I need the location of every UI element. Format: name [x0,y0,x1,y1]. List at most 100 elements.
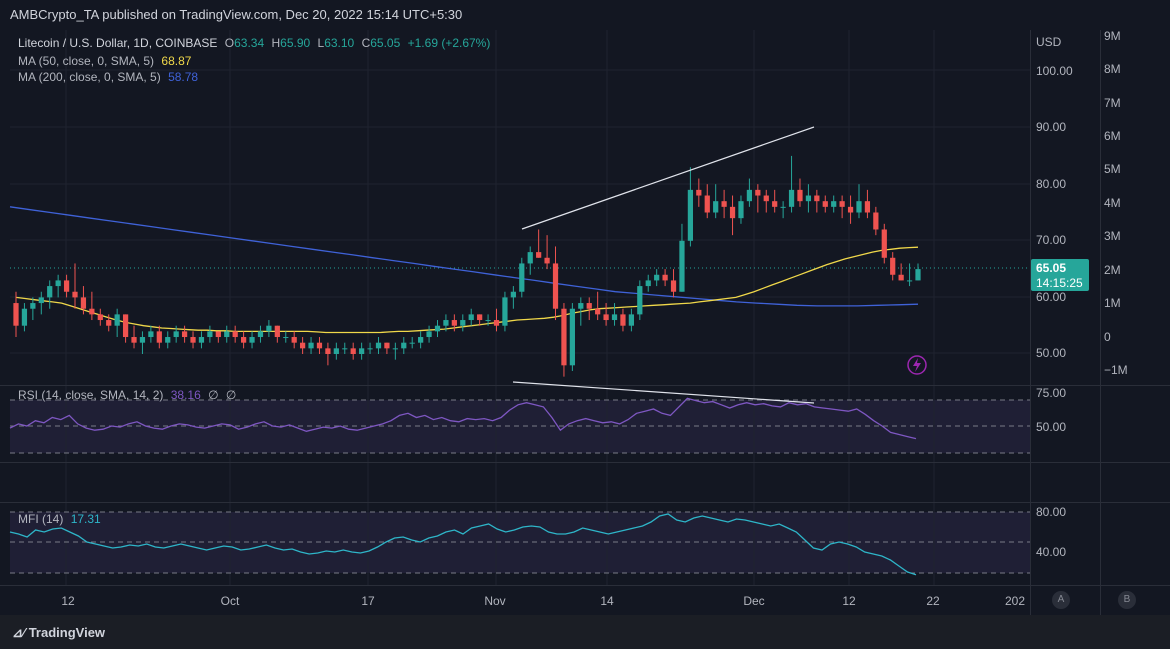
candle[interactable] [637,280,643,321]
tradingview-logo[interactable]: ⊿⁄ TradingView [12,625,105,641]
volume-axis-labels[interactable]: 9M 8M 7M 6M 5M 4M 3M 2M 1M 0 −1M [1104,29,1128,377]
candle-body [443,320,449,326]
price-axis-labels[interactable]: 100.00 90.00 80.00 70.00 60.00 50.00 [1036,64,1073,360]
candle-body [763,195,769,202]
scale-auto-button[interactable]: A [1052,591,1070,609]
candle-body [713,201,719,213]
candle-body [148,331,154,338]
ma50-label[interactable]: MA (50, close, 0, SMA, 5) [18,54,154,68]
candle-body [755,189,761,196]
price-tick: 50.00 [1036,346,1066,360]
candle-body [502,297,508,326]
candle[interactable] [881,223,887,264]
volume-tick: 7M [1104,96,1121,110]
time-tick: Oct [221,594,240,608]
candle-body [451,320,457,326]
candle-body [266,325,272,332]
price-tick: 60.00 [1036,290,1066,304]
rsi-label[interactable]: RSI (14, close, SMA, 14, 2) [18,388,163,402]
candle-body [780,206,786,208]
candle-body [569,308,575,366]
candle-body [131,337,137,343]
candle[interactable] [502,291,508,332]
candle-body [654,274,660,281]
candle-body [881,229,887,258]
candle-body [72,291,78,298]
candle-body [493,320,500,326]
candle-body [114,314,120,326]
candle-body [586,303,592,309]
candle-body [122,314,129,338]
candle-body [30,303,36,309]
candle-body [97,314,103,321]
main-legend[interactable]: Litecoin / U.S. Dollar, 1D, COINBASE O63… [18,36,494,50]
rsi-tick-50: 50.00 [1036,420,1066,434]
candle-body [477,314,483,321]
candle-body [47,286,53,298]
mfi-legend[interactable]: MFI (14) 17.31 [18,512,105,526]
chart-frame: AMBCrypto_TA published on TradingView.co… [0,0,1170,649]
candle-body [544,257,550,264]
candle-body [797,189,803,202]
currency-label[interactable]: USD [1036,35,1062,49]
candle-body [63,280,70,292]
candle-body [738,201,744,219]
candle-body [308,342,314,349]
candle-body [342,348,348,350]
rsi-legend[interactable]: RSI (14, close, SMA, 14, 2) 38.16 ∅ ∅ [18,388,240,402]
close-label: C [361,36,371,50]
time-axis-labels[interactable]: 12 Oct 17 Nov 14 Dec 12 22 202 [61,594,1025,608]
time-tick: 12 [61,594,75,608]
candle-body [847,206,854,213]
candle-body [485,320,491,322]
candle-body [890,257,896,275]
ma200-label[interactable]: MA (200, close, 0, SMA, 5) [18,70,161,84]
candle-body [350,348,356,354]
mfi-label[interactable]: MFI (14) [18,512,63,526]
candle-body [283,337,289,339]
candle-body [190,337,196,343]
candle-body [426,331,432,338]
candle-body [224,331,230,338]
candle-body [628,314,634,326]
ma200-legend[interactable]: MA (200, close, 0, SMA, 5) 58.78 [18,70,202,84]
candle-body [291,337,297,343]
volume-tick: −1M [1104,363,1128,377]
scale-b-button[interactable]: B [1118,591,1136,609]
candle-body [704,195,710,213]
candle-body [156,331,162,343]
low-value: 63.10 [324,36,355,50]
candle-body [839,201,845,207]
candle-body [240,337,247,343]
candle-body [359,348,365,354]
time-tick: 14 [600,594,614,608]
time-tick: 17 [361,594,375,608]
candle[interactable] [519,257,525,298]
candle-body [645,280,651,287]
candle-body [325,348,331,354]
volume-tick: 3M [1104,229,1121,243]
volume-tick: 2M [1104,263,1121,277]
candle-body [13,303,19,326]
price-tick: 90.00 [1036,120,1066,134]
candle-body [898,274,904,281]
ma50-legend[interactable]: MA (50, close, 0, SMA, 5) 68.87 [18,54,195,68]
candle-body [401,342,407,349]
candle-body [249,337,255,343]
price-tick: 80.00 [1036,177,1066,191]
candle-body [21,308,28,326]
candle-body [460,320,466,326]
candle-body [603,314,609,321]
candle-body [106,320,112,326]
chart-svg[interactable]: 100.00 90.00 80.00 70.00 60.00 50.00 9M 8M 7M 6M… [0,0,1170,649]
price-badge-countdown: 14:15:25 [1036,276,1083,290]
candle-body [620,314,626,326]
candle[interactable] [569,303,575,371]
time-tick: 22 [926,594,940,608]
candle-body [375,342,382,349]
volume-tick: 4M [1104,196,1121,210]
candle-body [805,195,812,202]
candle-body [232,331,238,338]
symbol-label[interactable]: Litecoin / U.S. Dollar, 1D, COINBASE [18,36,217,50]
tradingview-brand: TradingView [28,625,106,640]
